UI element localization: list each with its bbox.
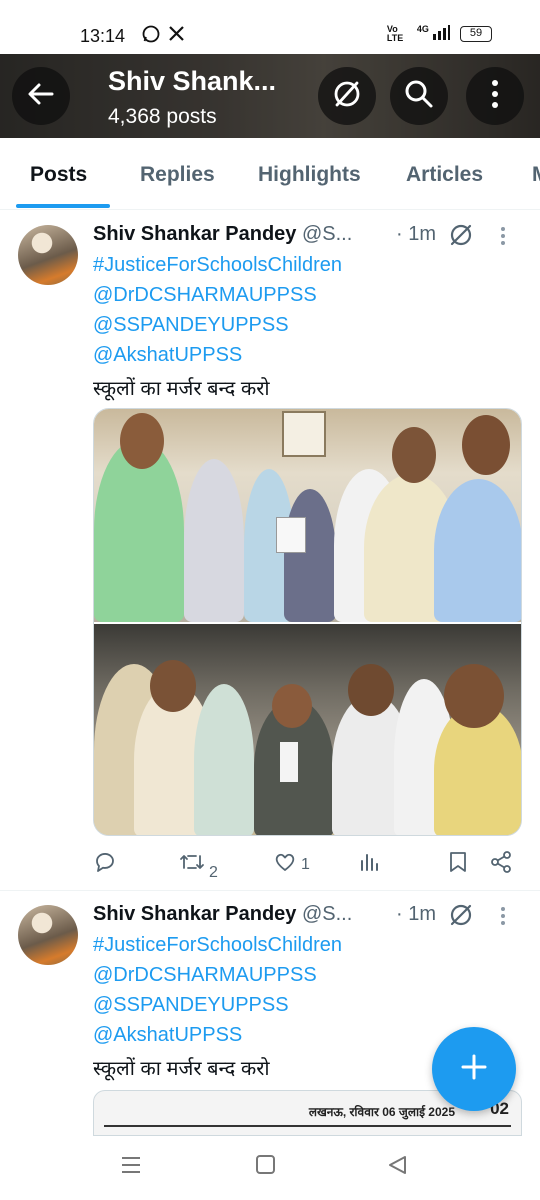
- tab-highlights[interactable]: Highlights: [258, 163, 361, 187]
- share-icon: [489, 850, 513, 879]
- tab-more-partial[interactable]: M: [532, 163, 540, 187]
- more-vertical-icon[interactable]: [500, 226, 506, 251]
- analytics-icon: [357, 850, 381, 879]
- photo-meeting-top[interactable]: [94, 409, 521, 622]
- photo-face: [444, 664, 504, 728]
- display-name: Shiv Shankar Pandey: [93, 223, 297, 245]
- reply-icon: [93, 850, 117, 879]
- mention-link[interactable]: @AkshatUPPSS: [93, 1024, 242, 1047]
- repost-count: 2: [209, 863, 218, 881]
- user-handle: @S...: [301, 223, 353, 245]
- volte-label: Vo LTE: [386, 23, 404, 43]
- photo-face: [392, 427, 436, 483]
- status-right-group: Vo LTE 4G 59: [387, 24, 492, 43]
- display-name: Shiv Shankar Pandey: [93, 903, 297, 925]
- more-options-button[interactable]: [466, 67, 524, 125]
- mention-link[interactable]: @DrDCSHARMAUPPSS: [93, 964, 317, 987]
- back-button[interactable]: [12, 67, 70, 125]
- bookmark-icon: [447, 850, 469, 879]
- status-bar: 13:14 Vo LTE 4G 59: [0, 0, 540, 54]
- photo-person: [184, 459, 244, 622]
- share-button[interactable]: [489, 850, 513, 879]
- photo-meeting-bottom[interactable]: [94, 624, 521, 835]
- like-button[interactable]: 1: [273, 850, 310, 879]
- post-text: स्कूलों का मर्जर बन्द करो: [93, 378, 270, 400]
- post-author[interactable]: Shiv Shankar Pandey @S...: [93, 903, 352, 926]
- repost-icon: [179, 850, 205, 879]
- active-tab-indicator: [16, 204, 110, 208]
- reply-button[interactable]: [93, 850, 121, 879]
- photo-person: [194, 684, 254, 835]
- more-vertical-icon: [491, 79, 499, 114]
- post-text: स्कूलों का मर्जर बन्द करो: [93, 1058, 270, 1080]
- post-time: · 1m: [396, 903, 436, 925]
- search-icon: [403, 78, 435, 115]
- portrait-frame: [282, 411, 326, 457]
- arrow-left-icon: [26, 79, 56, 114]
- network-label: 4G: [416, 24, 429, 34]
- newspaper-header: लखनऊ, रविवार 06 जुलाई 2025: [308, 1105, 455, 1119]
- back-nav-icon[interactable]: [386, 1154, 408, 1181]
- photo-face: [150, 660, 196, 712]
- memorandum-paper: [276, 517, 306, 553]
- grok-icon: [331, 78, 363, 115]
- hashtag-link[interactable]: #JusticeForSchoolsChildren: [93, 254, 342, 277]
- hashtag-link[interactable]: #JusticeForSchoolsChildren: [93, 934, 342, 957]
- like-count: 1: [301, 855, 310, 873]
- views-button[interactable]: [357, 850, 381, 879]
- heart-icon: [273, 850, 297, 879]
- profile-header: Shiv Shank... 4,368 posts: [0, 54, 540, 138]
- post-media[interactable]: [93, 408, 522, 836]
- home-icon[interactable]: [255, 1154, 277, 1181]
- mention-link[interactable]: @SSPANDEYUPPSS: [93, 314, 289, 337]
- status-time: 13:14: [80, 26, 126, 46]
- grok-button[interactable]: [318, 67, 376, 125]
- more-vertical-icon[interactable]: [500, 906, 506, 931]
- grok-icon[interactable]: [448, 902, 474, 933]
- grok-icon[interactable]: [448, 222, 474, 253]
- post[interactable]: Shiv Shankar Pandey @S... · 1m #JusticeF…: [0, 210, 540, 890]
- posts-count: 4,368 posts: [108, 105, 217, 128]
- post-actions: 2 1: [93, 850, 523, 882]
- recent-apps-icon[interactable]: [120, 1154, 142, 1181]
- plus-icon: [459, 1052, 489, 1087]
- avatar[interactable]: [18, 905, 78, 965]
- tab-articles[interactable]: Articles: [406, 163, 483, 187]
- post-time: · 1m: [396, 223, 436, 245]
- newspaper-rule: [104, 1125, 511, 1127]
- photo-face: [120, 413, 164, 469]
- system-navigation-bar: [0, 1136, 540, 1200]
- profile-tabs: Posts Replies Highlights Articles M: [0, 138, 540, 210]
- photo-person: [284, 489, 336, 622]
- photo-face: [462, 415, 510, 475]
- profile-name: Shiv Shank...: [108, 66, 277, 96]
- tab-posts[interactable]: Posts: [30, 163, 87, 187]
- repost-button[interactable]: 2: [179, 850, 218, 881]
- signal-icon: 4G: [417, 24, 450, 43]
- user-handle: @S...: [301, 903, 353, 925]
- whatsapp-icon: [142, 25, 160, 48]
- x-logo-icon: [168, 25, 185, 47]
- tab-replies[interactable]: Replies: [140, 163, 215, 187]
- battery-indicator: 59: [460, 25, 492, 42]
- post-author[interactable]: Shiv Shankar Pandey @S...: [93, 223, 352, 246]
- search-button[interactable]: [390, 67, 448, 125]
- photo-face: [272, 684, 312, 728]
- bookmark-button[interactable]: [447, 850, 469, 879]
- photo-person: [434, 479, 521, 622]
- avatar[interactable]: [18, 225, 78, 285]
- mention-link[interactable]: @DrDCSHARMAUPPSS: [93, 284, 317, 307]
- photo-face: [348, 664, 394, 716]
- memorandum-paper: [280, 742, 298, 782]
- compose-post-button[interactable]: [432, 1027, 516, 1111]
- mention-link[interactable]: @SSPANDEYUPPSS: [93, 994, 289, 1017]
- mention-link[interactable]: @AkshatUPPSS: [93, 344, 242, 367]
